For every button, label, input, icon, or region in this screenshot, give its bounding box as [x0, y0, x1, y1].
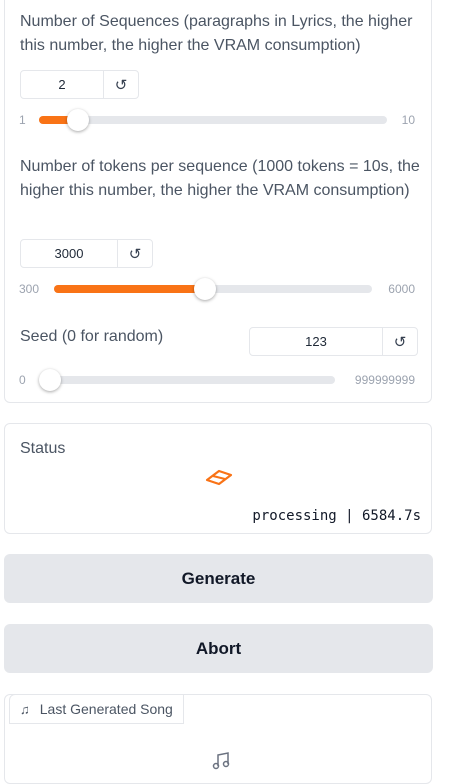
tokens-slider[interactable] — [54, 278, 372, 300]
status-label: Status — [20, 440, 66, 457]
tokens-number-box: 3000 ↺ — [20, 239, 153, 268]
sequences-max: 10 — [401, 113, 415, 127]
tokens-input[interactable]: 3000 — [21, 246, 117, 261]
generate-button[interactable]: Generate — [4, 554, 433, 603]
seed-input[interactable]: 123 — [250, 334, 382, 349]
reset-icon[interactable]: ↺ — [117, 240, 152, 267]
last-song-tab: ♫ Last Generated Song — [9, 694, 184, 724]
sequences-number-box: 2 ↺ — [20, 70, 139, 99]
seed-max: 999999999 — [354, 373, 415, 387]
music-note-icon — [211, 751, 231, 776]
tokens-min: 300 — [19, 282, 40, 296]
status-text: processing | 6584.7s — [252, 508, 421, 524]
reset-icon[interactable]: ↺ — [382, 328, 417, 355]
sequences-slider-thumb[interactable] — [66, 109, 89, 131]
last-song-panel: ♫ Last Generated Song — [4, 694, 432, 784]
sequences-min: 1 — [19, 113, 26, 127]
abort-button[interactable]: Abort — [4, 624, 433, 673]
reset-icon[interactable]: ↺ — [103, 71, 138, 98]
loading-icon — [204, 467, 234, 492]
tokens-slider-thumb[interactable] — [193, 278, 216, 300]
tokens-label: Number of tokens per sequence (1000 toke… — [20, 158, 420, 199]
seed-min: 0 — [19, 373, 26, 387]
seed-number-box: 123 ↺ — [249, 327, 418, 356]
sequences-input[interactable]: 2 — [21, 77, 103, 92]
sequences-label: Number of Sequences (paragraphs in Lyric… — [20, 13, 413, 54]
music-note-icon: ♫ — [20, 701, 30, 717]
tokens-max: 6000 — [388, 282, 415, 296]
status-panel: Status processing | 6584.7s — [4, 423, 432, 534]
seed-label: Seed (0 for random) — [20, 328, 164, 345]
settings-panel: Number of Sequences (paragraphs in Lyric… — [4, 0, 432, 403]
last-song-label: Last Generated Song — [39, 701, 173, 717]
seed-slider-thumb[interactable] — [39, 369, 61, 391]
tokens-slider-fill — [54, 285, 205, 293]
sequences-slider[interactable] — [39, 109, 387, 131]
seed-slider[interactable] — [39, 369, 335, 391]
